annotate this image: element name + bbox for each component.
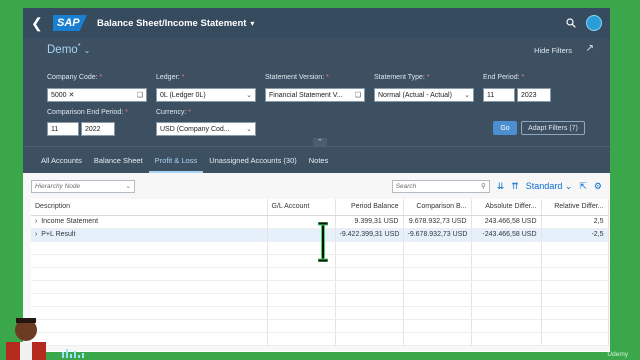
chevron-down-icon: ⌄: [246, 92, 252, 99]
statement-version-label: Statement Version: *: [265, 74, 329, 81]
table-row-empty: [31, 280, 609, 294]
comparison-year-field[interactable]: 2022: [81, 122, 115, 136]
end-period-label: End Period: *: [483, 74, 525, 81]
table-row-empty: [31, 293, 609, 307]
period-balance-cell: -9.422.399,31 USD: [335, 228, 404, 242]
collapse-all-icon[interactable]: ⇊: [497, 181, 505, 192]
tab-unassigned-accounts[interactable]: Unassigned Accounts (30): [203, 156, 303, 173]
currency-select[interactable]: USD (Company Cod... ⌄: [156, 122, 256, 136]
table-row-empty: [31, 332, 609, 346]
end-period-field[interactable]: 11: [483, 88, 515, 102]
comparison-period-field[interactable]: 11: [47, 122, 79, 136]
table-row-empty: [31, 267, 609, 281]
variant-name[interactable]: Demo: [47, 44, 78, 56]
comparison-balance-cell: 9.678.932,73 USD: [403, 215, 472, 229]
search-input[interactable]: Search ⚲: [391, 179, 490, 193]
data-table: Description G/L Account Period Balance C…: [31, 199, 609, 346]
table-row-empty: [31, 319, 609, 333]
expand-icon[interactable]: ›: [35, 231, 37, 238]
chevron-down-icon: ⌄: [246, 126, 252, 133]
tab-all-accounts[interactable]: All Accounts: [35, 156, 88, 173]
collapse-header-icon[interactable]: ⌃: [313, 138, 327, 146]
statement-type-label: Statement Type: *: [374, 74, 430, 81]
expand-icon[interactable]: ›: [35, 218, 37, 225]
ledger-label: Ledger: *: [156, 74, 185, 81]
column-header[interactable]: G/L Account: [267, 199, 336, 216]
statement-version-field[interactable]: Financial Statement V... ❏: [265, 88, 365, 102]
go-button[interactable]: Go: [493, 121, 517, 135]
hide-filters-button[interactable]: Hide Filters: [534, 46, 572, 55]
row-description: P+L Result: [41, 231, 76, 238]
instructor-avatar: [6, 318, 46, 360]
table-row-empty: [31, 306, 609, 320]
app-window: ❮ SAP Balance Sheet/Income Statement ▾ D…: [23, 8, 610, 352]
comparison-balance-cell: -9.678.932,73 USD: [403, 228, 472, 242]
app-title[interactable]: Balance Sheet/Income Statement: [97, 18, 246, 29]
variant-modified-mark: *: [77, 43, 81, 50]
value-help-icon[interactable]: ❏: [137, 91, 143, 99]
column-header[interactable]: Relative Differ...: [541, 199, 609, 216]
column-header[interactable]: Absolute Differ...: [471, 199, 542, 216]
period-balance-cell: 9.399,31 USD: [335, 215, 404, 229]
relative-difference-cell: -2,5: [541, 228, 609, 242]
absolute-difference-cell: 243.466,58 USD: [471, 215, 542, 229]
table-variant-select[interactable]: Standard ⌄: [526, 181, 573, 192]
text-cursor-icon: [318, 222, 328, 262]
row-description: Income Statement: [41, 218, 99, 225]
variant-management[interactable]: Demo* ⌄: [47, 43, 90, 56]
tab-bar: All Accounts Balance Sheet Profit & Loss…: [23, 146, 610, 173]
end-year-field[interactable]: 2023: [517, 88, 551, 102]
content-area: Hierarchy Node ⌄ Search ⚲ ⇊ ⇈ Standard ⌄ ⇱…: [23, 173, 610, 351]
audio-waveform-icon: [62, 349, 84, 358]
share-icon[interactable]: ↗: [586, 43, 594, 54]
company-code-label: Company Code: *: [47, 74, 103, 81]
chevron-down-icon[interactable]: ▾: [250, 19, 254, 28]
tab-balance-sheet[interactable]: Balance Sheet: [88, 156, 149, 173]
shell-bar: ❮ SAP Balance Sheet/Income Statement ▾: [23, 8, 610, 38]
expand-all-icon[interactable]: ⇈: [511, 181, 519, 192]
absolute-difference-cell: -243.466,58 USD: [471, 228, 542, 242]
tab-notes[interactable]: Notes: [303, 156, 335, 173]
relative-difference-cell: 2,5: [541, 215, 609, 229]
chevron-down-icon[interactable]: ⌄: [84, 46, 91, 55]
company-code-field[interactable]: 5000 ✕ ❏: [47, 88, 147, 102]
settings-icon[interactable]: ⚙: [594, 181, 602, 192]
table-header-row: Description G/L Account Period Balance C…: [31, 199, 609, 216]
ledger-select[interactable]: 0L (Ledger 0L) ⌄: [156, 88, 256, 102]
hierarchy-node-select[interactable]: Hierarchy Node ⌄: [31, 179, 135, 193]
search-icon: ⚲: [480, 183, 486, 190]
column-header[interactable]: Comparison B...: [403, 199, 472, 216]
chevron-down-icon: ⌄: [464, 92, 470, 99]
currency-label: Currency: *: [156, 109, 192, 116]
comparison-end-period-label: Comparison End Period: *: [47, 109, 128, 116]
column-header[interactable]: Period Balance: [335, 199, 404, 216]
watermark: Udemy: [607, 351, 628, 358]
company-code-token: 5000: [51, 91, 67, 99]
avatar[interactable]: [586, 15, 602, 31]
remove-token-icon[interactable]: ✕: [69, 91, 75, 99]
tab-profit-loss[interactable]: Profit & Loss: [148, 156, 204, 173]
search-icon[interactable]: [566, 18, 576, 28]
adapt-filters-button[interactable]: Adapt Filters (7): [521, 121, 585, 135]
value-help-icon: ❏: [354, 92, 361, 99]
sap-logo[interactable]: SAP: [53, 15, 87, 31]
export-icon[interactable]: ⇱: [579, 181, 587, 192]
chevron-down-icon: ⌄: [125, 183, 131, 190]
column-header[interactable]: Description: [31, 199, 268, 216]
back-icon[interactable]: ❮: [31, 15, 49, 32]
table-toolbar: Hierarchy Node ⌄ Search ⚲ ⇊ ⇈ Standard ⌄ ⇱…: [23, 173, 610, 199]
statement-type-select[interactable]: Normal (Actual - Actual) ⌄: [374, 88, 474, 102]
